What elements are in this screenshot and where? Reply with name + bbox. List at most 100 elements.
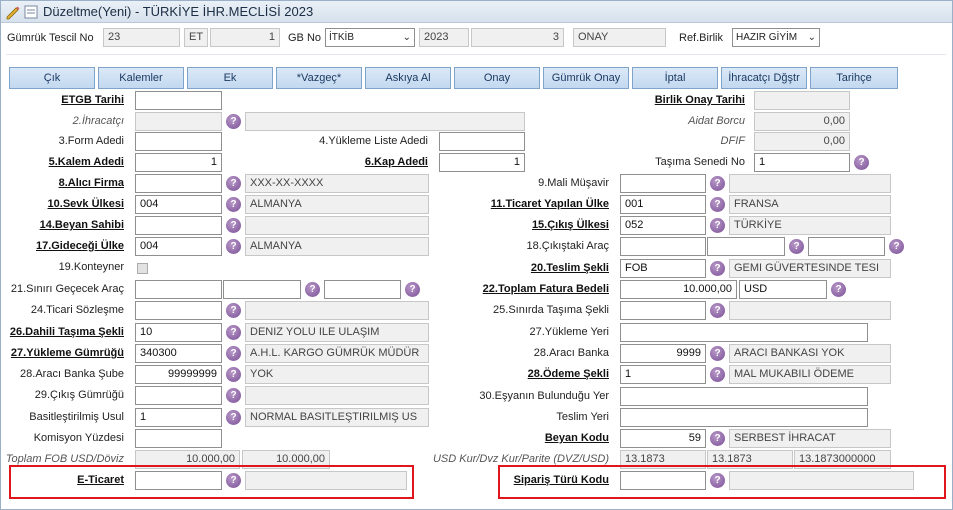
onay-button[interactable]: Onay [454,67,540,89]
toplam-fatura-input[interactable]: 10.000,00 [620,280,737,299]
komisyon-yuzdesi-input[interactable] [135,429,222,448]
gb-year-field: 2023 [419,28,469,47]
kalemler-button[interactable]: Kalemler [98,67,184,89]
kap-adedi-input[interactable]: 1 [439,153,525,172]
cikis-gumrugu-label: 29.Çıkış Gümrüğü [34,389,124,401]
odeme-sekli-input[interactable]: 1 [620,365,706,384]
info-icon[interactable]: ? [710,197,725,212]
info-icon[interactable]: ? [226,346,241,361]
ticari-sozlesme-desc [245,301,429,320]
yukleme-gumrugu-input[interactable]: 340300 [135,344,222,363]
iptal-button[interactable]: İptal [632,67,718,89]
info-icon[interactable]: ? [405,282,420,297]
beyan-kodu-input[interactable]: 59 [620,429,706,448]
info-icon[interactable]: ? [226,410,241,425]
alici-firma-input[interactable] [135,174,222,193]
gumruk-tescil-no-label: Gümrük Tescil No [7,32,94,44]
info-icon[interactable]: ? [710,176,725,191]
info-icon[interactable]: ? [710,367,725,382]
gumruk-onay-button[interactable]: Gümrük Onay [543,67,629,89]
info-icon[interactable]: ? [226,176,241,191]
sinirda-tasima-input[interactable] [620,301,706,320]
siniri-gececek-arac-input-1[interactable] [135,280,222,299]
vazgec-button[interactable]: *Vazgeç* [276,67,362,89]
info-icon[interactable]: ? [226,303,241,318]
cikis-ulkesi-desc: TÜRKİYE [729,216,891,235]
yukleme-yeri-input[interactable] [620,323,868,342]
dfif-label: DFIF [720,135,745,147]
kalem-adedi-input[interactable]: 1 [135,153,222,172]
birlik-onay-tarihi-field [754,91,850,110]
basitlestirilmis-usul-input[interactable]: 1 [135,408,222,427]
info-icon[interactable]: ? [831,282,846,297]
etgb-tarihi-input[interactable] [135,91,222,110]
siparis-turu-kodu-label: Sipariş Türü Kodu [513,474,609,486]
info-icon[interactable]: ? [226,367,241,382]
tasima-senedi-no-input[interactable]: 1 [754,153,850,172]
info-icon[interactable]: ? [710,261,725,276]
info-icon[interactable]: ? [226,325,241,340]
ek-button[interactable]: Ek [187,67,273,89]
cikistaki-arac-input-2[interactable] [707,237,785,256]
beyan-sahibi-input[interactable] [135,216,222,235]
info-icon[interactable]: ? [854,155,869,170]
tescil-seq-field: 1 [210,28,280,47]
esyanin-bulundugu-yer-input[interactable] [620,387,868,406]
cikis-gumrugu-input[interactable] [135,386,222,405]
dahili-tasima-input[interactable]: 10 [135,323,222,342]
tarihce-button[interactable]: Tarihçe [810,67,898,89]
form-adedi-input[interactable] [135,132,222,151]
e-ticaret-input[interactable] [135,471,222,490]
info-icon[interactable]: ? [710,346,725,361]
info-icon[interactable]: ? [710,431,725,446]
cikistaki-arac-input-1[interactable] [620,237,706,256]
ref-birlik-select[interactable]: HAZIR GİYİM ⌄ [732,28,820,47]
info-icon[interactable]: ? [710,473,725,488]
gidecegi-ulke-input[interactable]: 004 [135,237,222,256]
cik-button[interactable]: Çık [9,67,95,89]
basitlestirilmis-usul-label: Basitleştirilmiş Usul [29,411,124,423]
araci-banka-sube-input[interactable]: 99999999 [135,365,222,384]
gb-select[interactable]: İTKİB ⌄ [325,28,415,47]
araci-banka-sube-label: 28.Aracı Banka Şube [20,368,124,380]
ticari-sozlesme-input[interactable] [135,301,222,320]
info-icon[interactable]: ? [710,303,725,318]
info-icon[interactable]: ? [226,114,241,129]
teslim-sekli-desc: GEMI GÜVERTESINDE TESI [729,259,891,278]
araci-banka-input[interactable]: 9999 [620,344,706,363]
sinirda-tasima-label: 25.Sınırda Taşıma Şekli [493,304,609,316]
title-bar: Düzeltme(Yeni) - TÜRKİYE İHR.MECLİSİ 202… [1,1,952,23]
teslim-sekli-input[interactable]: FOB [620,259,706,278]
alici-firma-desc: XXX-XX-XXXX [245,174,429,193]
teslim-yeri-input[interactable] [620,408,868,427]
cikis-ulkesi-label: 15.Çıkış Ülkesi [531,219,609,231]
info-icon[interactable]: ? [226,239,241,254]
siniri-gececek-arac-input-2[interactable] [223,280,301,299]
ticaret-yapilan-ulke-input[interactable]: 001 [620,195,706,214]
info-icon[interactable]: ? [226,388,241,403]
info-icon[interactable]: ? [226,218,241,233]
toplam-fatura-label: 22.Toplam Fatura Bedeli [482,283,609,295]
info-icon[interactable]: ? [889,239,904,254]
info-icon[interactable]: ? [789,239,804,254]
gb-seq-field: 3 [471,28,564,47]
konteyner-checkbox[interactable] [137,263,148,274]
siparis-turu-kodu-desc [729,471,914,490]
sinirda-tasima-desc [729,301,891,320]
cikistaki-arac-input-3[interactable] [808,237,885,256]
yukleme-liste-adedi-input[interactable] [439,132,525,151]
askiya-al-button[interactable]: Askıya Al [365,67,451,89]
info-icon[interactable]: ? [226,473,241,488]
ihracatci-degistir-button[interactable]: İhracatçı Dğştr [721,67,807,89]
info-icon[interactable]: ? [710,218,725,233]
info-icon[interactable]: ? [226,197,241,212]
siparis-turu-kodu-input[interactable] [620,471,706,490]
araci-banka-label: 28.Aracı Banka [533,347,609,359]
info-icon[interactable]: ? [305,282,320,297]
sevk-ulkesi-input[interactable]: 004 [135,195,222,214]
mali-musavir-input[interactable] [620,174,706,193]
toplam-fatura-currency[interactable]: USD [739,280,827,299]
siniri-gececek-arac-input-3[interactable] [324,280,401,299]
cikis-ulkesi-input[interactable]: 052 [620,216,706,235]
siniri-gececek-arac-label: 21.Sınırı Geçecek Araç [10,283,124,295]
